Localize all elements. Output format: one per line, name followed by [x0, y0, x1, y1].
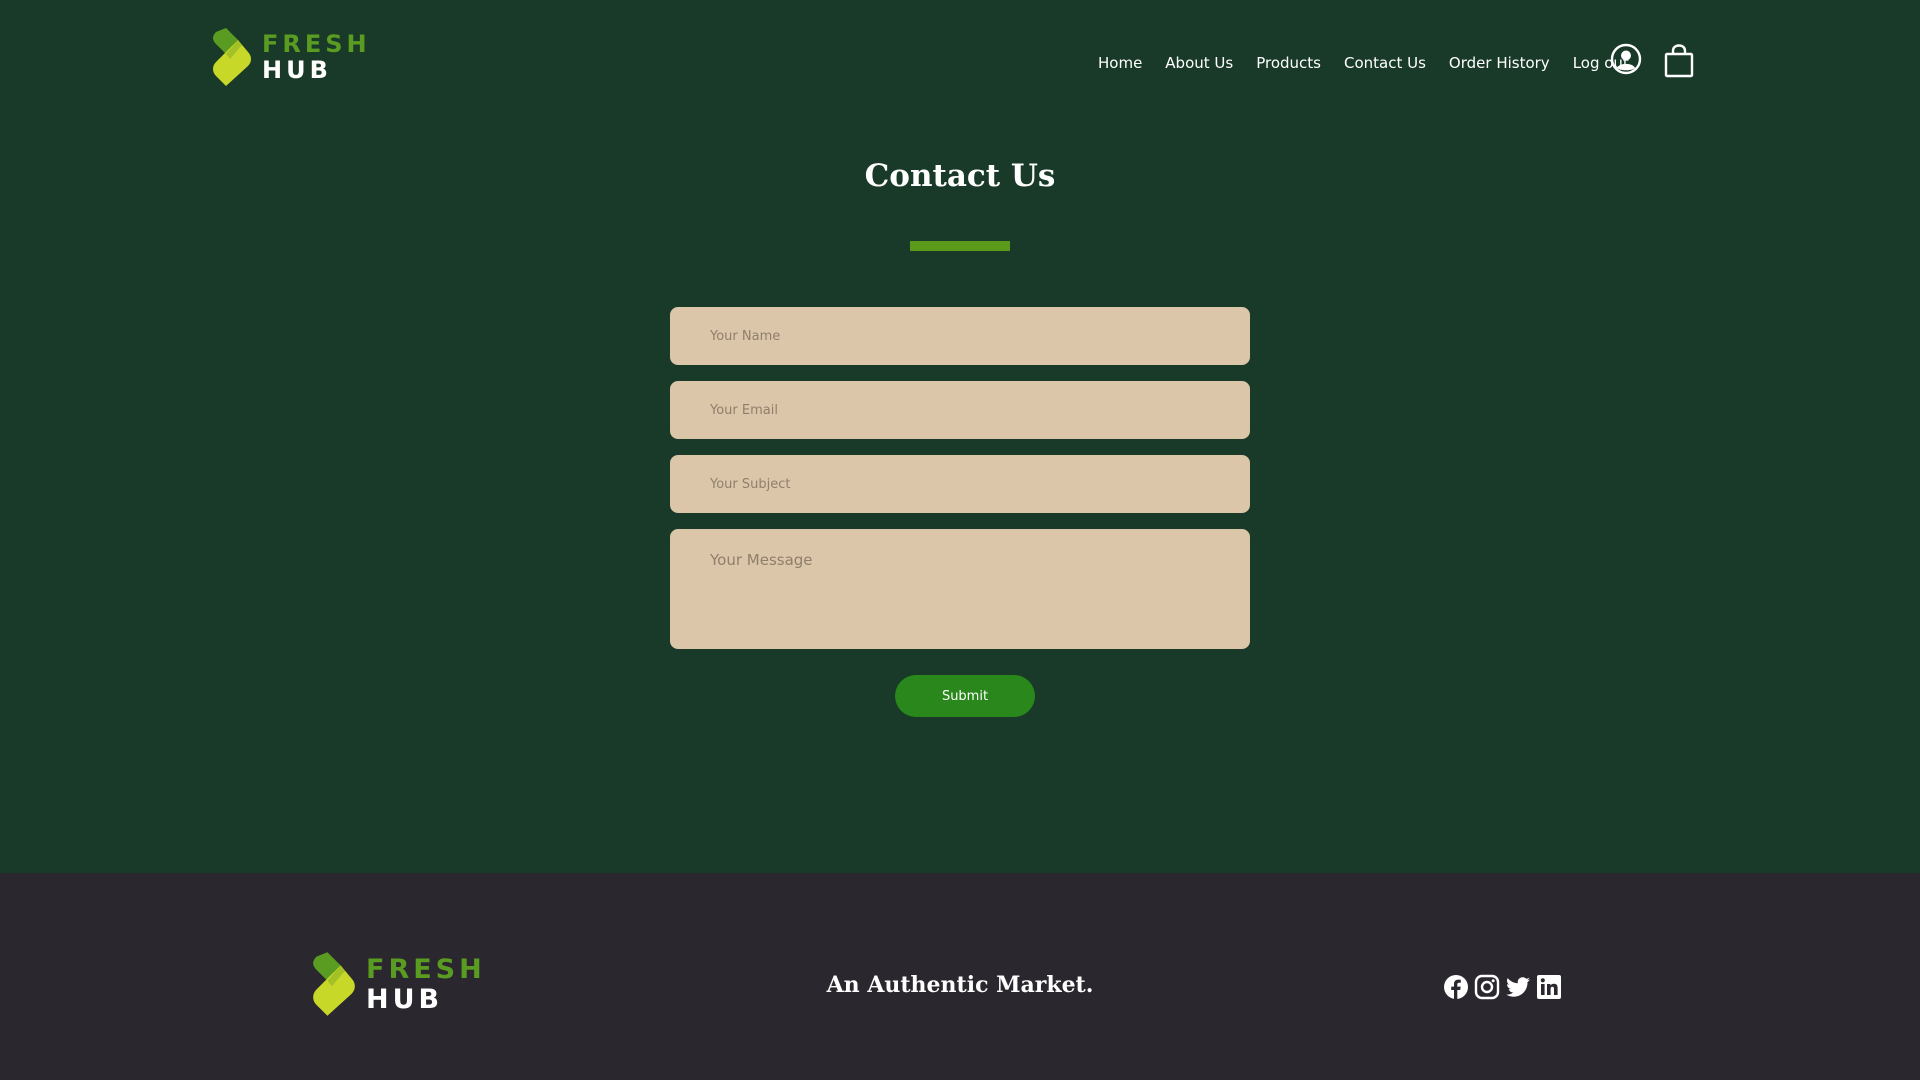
- email-placeholder: Your Email: [710, 402, 778, 418]
- message-placeholder: Your Message: [710, 551, 813, 569]
- subject-placeholder: Your Subject: [710, 476, 791, 492]
- facebook-icon[interactable]: [1443, 974, 1469, 1000]
- nav-contact-us[interactable]: Contact Us: [1344, 54, 1426, 72]
- site-header: FRESH HUB Home About Us Products Contact…: [0, 0, 1920, 120]
- name-placeholder: Your Name: [710, 328, 781, 344]
- brand-wordmark: FRESH HUB: [262, 32, 371, 82]
- submit-button[interactable]: Submit: [895, 675, 1035, 717]
- shopping-bag-icon[interactable]: [1664, 44, 1694, 78]
- brand-logo[interactable]: FRESH HUB: [212, 26, 371, 88]
- nav-about-us[interactable]: About Us: [1165, 54, 1233, 72]
- brand-line2: HUB: [262, 56, 332, 84]
- message-textarea[interactable]: Your Message: [670, 529, 1250, 649]
- page-title: Contact Us: [864, 158, 1056, 194]
- twitter-icon[interactable]: [1505, 974, 1531, 1000]
- nav-order-history[interactable]: Order History: [1449, 54, 1550, 72]
- submit-label: Submit: [941, 688, 989, 704]
- title-underline: [910, 241, 1010, 251]
- brand-line1: FRESH: [262, 30, 371, 58]
- linkedin-icon[interactable]: [1536, 974, 1562, 1000]
- email-input[interactable]: Your Email: [670, 381, 1250, 439]
- instagram-icon[interactable]: [1474, 974, 1500, 1000]
- user-circle-icon[interactable]: [1610, 43, 1642, 75]
- leaf-logo-icon: [213, 28, 251, 86]
- nav-products[interactable]: Products: [1256, 54, 1321, 72]
- subject-input[interactable]: Your Subject: [670, 455, 1250, 513]
- nav-home[interactable]: Home: [1098, 54, 1142, 72]
- name-input[interactable]: Your Name: [670, 307, 1250, 365]
- main-nav: Home About Us Products Contact Us Order …: [1098, 54, 1629, 72]
- social-links: [1443, 974, 1562, 1000]
- footer-tagline: An Authentic Market.: [826, 972, 1094, 998]
